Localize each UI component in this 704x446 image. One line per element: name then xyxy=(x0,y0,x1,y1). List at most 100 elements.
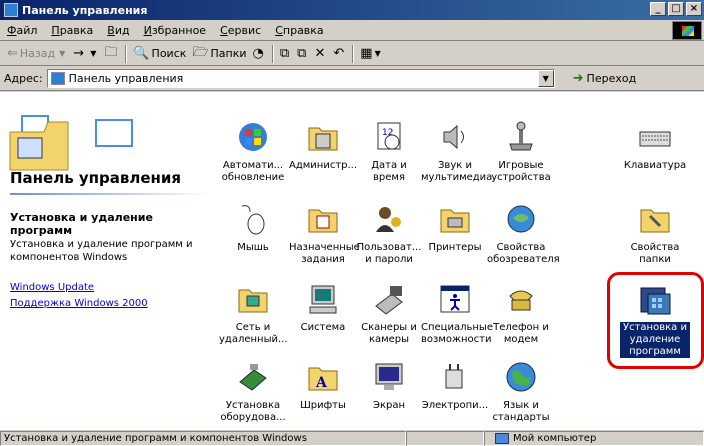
my-computer-icon xyxy=(495,432,509,444)
scheduled-tasks-icon xyxy=(306,202,340,236)
address-input[interactable]: Панель управления ▼ xyxy=(46,69,555,88)
windows-support-link[interactable]: Поддержка Windows 2000 xyxy=(10,298,148,309)
undo-button[interactable]: ↶ xyxy=(330,43,349,65)
item-label: Игровые устройства xyxy=(491,160,551,183)
back-label: Назад xyxy=(19,47,56,60)
menu-edit[interactable]: Правка xyxy=(44,24,100,37)
address-dropdown-button[interactable]: ▼ xyxy=(537,70,554,87)
move-to-button[interactable]: ⧉ xyxy=(277,43,294,65)
window-title: Панель управления xyxy=(22,3,148,17)
item-label: Специальные возможности xyxy=(421,322,493,345)
printer-icon xyxy=(438,202,472,236)
phone-modem-icon xyxy=(504,282,538,316)
undo-icon: ↶ xyxy=(333,46,345,61)
pane-title: Панель управления xyxy=(10,169,182,187)
item-label: Назначенные задания xyxy=(289,242,360,265)
item-label: Принтеры xyxy=(428,242,482,253)
item-label: Электропи... xyxy=(421,400,489,411)
date-time-icon: 12 xyxy=(372,120,406,154)
item-label: Звук и мультимедиа xyxy=(421,160,493,183)
history-button[interactable]: ◔ xyxy=(250,43,269,65)
move-to-icon: ⧉ xyxy=(279,46,290,61)
keyboard-icon xyxy=(638,120,672,154)
dropdown-arrow-icon: ▼ xyxy=(90,49,97,58)
item-users[interactable]: Пользоват... и пароли xyxy=(354,202,424,266)
item-display[interactable]: Экран xyxy=(354,360,424,412)
network-icon xyxy=(236,282,270,316)
item-label: Экран xyxy=(372,400,406,411)
address-label: Адрес: xyxy=(4,72,43,85)
windows-logo-icon xyxy=(672,21,702,40)
item-game-controllers[interactable]: Игровые устройства xyxy=(486,120,556,184)
item-network[interactable]: Сеть и удаленный... xyxy=(218,282,288,346)
address-bar: Адрес: Панель управления ▼ ➜ Переход xyxy=(0,67,704,91)
dropdown-arrow-icon: ▼ xyxy=(59,49,66,58)
maximize-button[interactable]: □ xyxy=(668,2,684,16)
accessibility-icon xyxy=(438,282,472,316)
menu-favorites[interactable]: Избранное xyxy=(137,24,213,37)
delete-button[interactable]: ✕ xyxy=(311,43,330,65)
item-fonts[interactable]: A Шрифты xyxy=(288,360,358,412)
svg-text:A: A xyxy=(315,375,328,391)
toolbar-separator xyxy=(125,44,128,63)
item-label: Сканеры и камеры xyxy=(361,322,417,345)
up-folder-button[interactable]: 🗀 xyxy=(101,43,122,65)
status-bar: Установка и удаление программ и компонен… xyxy=(0,430,704,446)
item-keyboard[interactable]: Клавиатура xyxy=(620,120,690,172)
close-button[interactable]: × xyxy=(686,2,702,16)
item-power[interactable]: Электропи... xyxy=(420,360,490,412)
item-printers[interactable]: Принтеры xyxy=(420,202,490,254)
joystick-icon xyxy=(504,120,538,154)
back-button[interactable]: ⇐ Назад ▼ xyxy=(4,43,70,65)
item-accessibility[interactable]: Специальные возможности xyxy=(420,282,493,346)
search-button[interactable]: 🔍 Поиск xyxy=(130,43,189,65)
address-value: Панель управления xyxy=(68,72,184,85)
folders-button[interactable]: 🗁 Папки xyxy=(189,43,249,65)
regional-settings-icon xyxy=(504,360,538,394)
control-panel-folder-icon xyxy=(9,115,133,171)
item-scanners[interactable]: Сканеры и камеры xyxy=(354,282,424,346)
folder-options-icon xyxy=(638,202,672,236)
copy-to-icon: ⧉ xyxy=(297,46,307,61)
copy-to-button[interactable]: ⧉ xyxy=(294,43,311,65)
item-mouse[interactable]: Мышь xyxy=(218,202,288,254)
item-label: Язык и стандарты xyxy=(492,400,550,423)
title-bar[interactable]: Панель управления _ □ × xyxy=(0,0,704,20)
item-regional-settings[interactable]: Язык и стандарты xyxy=(486,360,556,424)
status-panel xyxy=(406,430,484,446)
item-scheduled-tasks[interactable]: Назначенные задания xyxy=(288,202,360,266)
scanner-icon xyxy=(372,282,406,316)
item-date-time[interactable]: 12 Дата и время xyxy=(354,120,424,184)
up-folder-icon: 🗀 xyxy=(104,44,118,60)
toolbar-separator xyxy=(352,44,355,63)
item-add-hardware[interactable]: Установка оборудова... xyxy=(218,360,288,424)
folders-icon: 🗁 xyxy=(192,44,209,60)
windows-update-link[interactable]: Windows Update xyxy=(10,282,94,293)
go-label: Переход xyxy=(586,72,637,85)
minimize-button[interactable]: _ xyxy=(650,2,666,16)
menu-help[interactable]: Справка xyxy=(268,24,330,37)
item-admin-tools[interactable]: Администр... xyxy=(288,120,358,172)
item-label: Шрифты xyxy=(300,400,346,411)
item-windows-update[interactable]: Автомати... обновление xyxy=(218,120,288,184)
item-label: Телефон и модем xyxy=(493,322,549,345)
power-icon xyxy=(438,360,472,394)
menu-tools[interactable]: Сервис xyxy=(213,24,268,37)
item-phone-modem[interactable]: Телефон и модем xyxy=(486,282,556,346)
toolbar: ⇐ Назад ▼ → ▼ 🗀 🔍 Поиск 🗁 Папки ◔ ⧉ ⧉ ✕ … xyxy=(0,42,704,66)
go-button[interactable]: ➜ Переход xyxy=(573,71,637,86)
highlight-annotation xyxy=(607,272,704,369)
menu-view[interactable]: Вид xyxy=(100,24,136,37)
back-arrow-icon: ⇐ xyxy=(7,46,18,61)
views-button[interactable]: ▦ ▼ xyxy=(357,43,385,65)
menu-file[interactable]: Файл xyxy=(0,24,44,37)
item-folder-options[interactable]: Свойства папки xyxy=(620,202,690,266)
item-system[interactable]: Система xyxy=(288,282,358,334)
display-icon xyxy=(372,360,406,394)
item-sound[interactable]: Звук и мультимедиа xyxy=(420,120,493,184)
users-icon xyxy=(372,202,406,236)
administrative-tools-icon xyxy=(306,120,340,154)
item-internet-options[interactable]: Свойства обозревателя xyxy=(486,202,560,266)
item-label: Сеть и удаленный... xyxy=(219,322,288,345)
forward-button[interactable]: → ▼ xyxy=(70,43,101,65)
